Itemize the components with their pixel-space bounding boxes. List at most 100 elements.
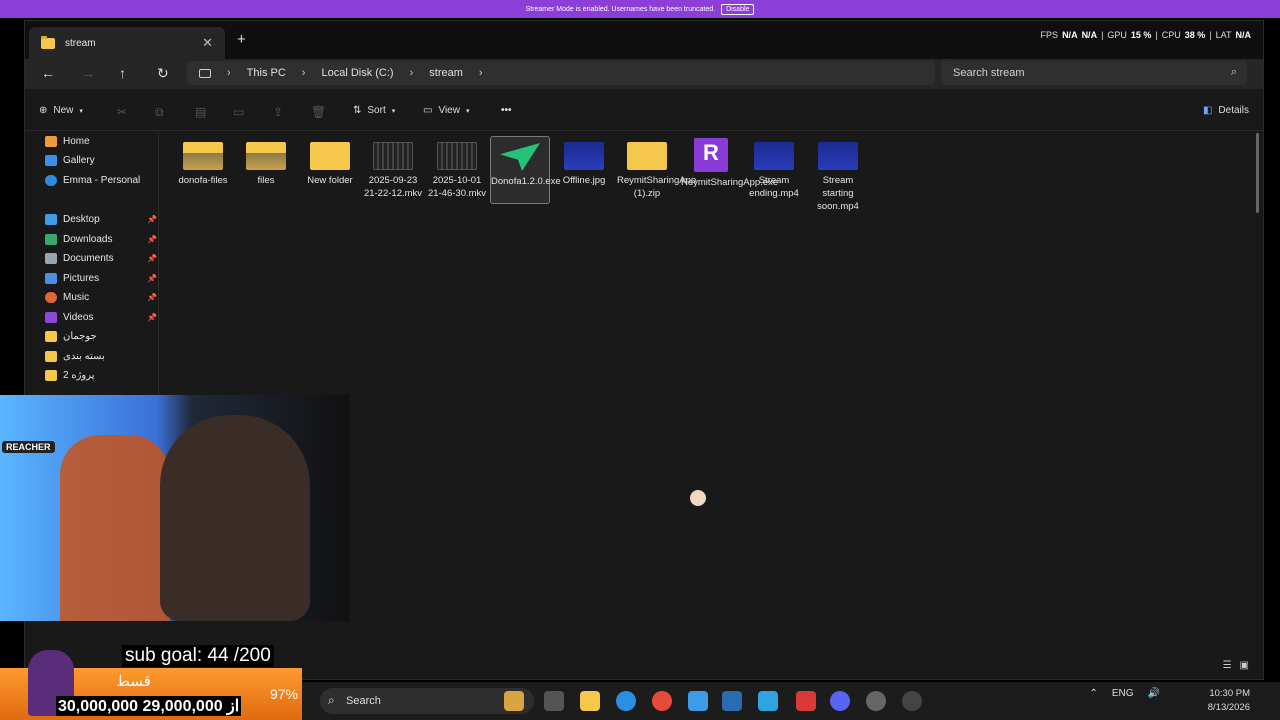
video-thumbnail — [818, 142, 858, 170]
outlook-icon[interactable] — [722, 691, 742, 711]
store-icon[interactable] — [688, 691, 708, 711]
tiles-view-icon[interactable]: ▣ — [1240, 660, 1249, 671]
sidebar-item-label: Gallery — [63, 155, 95, 166]
obs-icon[interactable] — [866, 691, 886, 711]
chrome-icon[interactable] — [652, 691, 672, 711]
file-item[interactable]: Stream starting soon.mp4 — [808, 136, 868, 213]
view-button[interactable]: ▭ View ▾ — [423, 105, 469, 116]
sidebar-item-label: Documents — [63, 253, 114, 264]
file-item[interactable]: New folder — [300, 136, 360, 187]
file-item-selected[interactable]: Donofa1.2.0.exe — [490, 136, 561, 204]
volume-icon[interactable]: 🔊 — [1148, 688, 1160, 699]
sidebar-item-onedrive[interactable]: Emma - Personal — [45, 175, 140, 186]
chevron-right-icon: › — [301, 67, 306, 79]
refresh-icon[interactable]: ↻ — [157, 65, 169, 82]
delete-icon[interactable]: 🗑 — [311, 105, 326, 119]
details-pane-icon: ◧ — [1202, 105, 1213, 116]
sort-label: Sort — [367, 105, 386, 116]
search-box[interactable]: Search stream ⌕ — [941, 61, 1247, 85]
disable-button[interactable]: Disable — [721, 3, 755, 15]
layout-toggle: ☰ ▣ — [1223, 660, 1249, 671]
streamer-mode-banner: Streamer Mode is enabled. Usernames have… — [0, 0, 1280, 18]
sidebar-item-documents[interactable]: Documents — [45, 253, 114, 264]
sidebar-item-label: Downloads — [63, 234, 113, 245]
cloud-icon — [45, 175, 57, 186]
file-name: files — [257, 175, 275, 186]
breadcrumb-stream[interactable]: stream — [429, 67, 463, 79]
image-thumbnail — [564, 142, 604, 170]
sidebar-item-music[interactable]: Music — [45, 292, 89, 303]
cut-icon[interactable]: ✂ — [117, 105, 127, 119]
system-tray: ⌃ ENG 🔊 — [1089, 688, 1160, 699]
sidebar-item-pictures[interactable]: Pictures — [45, 273, 99, 284]
file-grid: donofa-files files New folder 2025-09-23… — [173, 136, 873, 226]
pin-icon: 📌 — [147, 235, 157, 244]
breadcrumb-this-pc[interactable]: This PC — [247, 67, 286, 79]
file-name: Stream ending.mp4 — [749, 175, 799, 199]
share-icon[interactable]: ⇪ — [273, 105, 283, 119]
monitor-icon — [199, 68, 211, 78]
paste-icon[interactable]: ▤ — [195, 105, 206, 119]
sidebar-item-desktop[interactable]: Desktop — [45, 214, 100, 225]
sidebar-item-gallery[interactable]: Gallery — [45, 155, 95, 166]
file-item[interactable]: donofa-files — [173, 136, 233, 187]
chevron-up-icon[interactable]: ⌃ — [1089, 688, 1097, 699]
view-icon: ▭ — [423, 105, 433, 116]
sidebar-item-folder[interactable]: جوجمان — [45, 331, 97, 342]
webcam-tag: REACHER — [2, 441, 55, 453]
new-label: New — [53, 105, 74, 116]
sidebar-item-folder[interactable]: پروژه 2 — [45, 370, 95, 381]
gallery-icon — [45, 155, 57, 166]
app-icon[interactable] — [796, 691, 816, 711]
home-icon — [45, 136, 57, 147]
tab-stream[interactable]: stream ✕ — [29, 27, 225, 59]
sidebar-item-videos[interactable]: Videos — [45, 312, 93, 323]
task-view-icon[interactable] — [544, 691, 564, 711]
sidebar-item-downloads[interactable]: Downloads — [45, 234, 112, 245]
folder-icon — [45, 370, 57, 381]
file-item[interactable]: R ReymitSharingApp.exe — [681, 136, 778, 189]
language-indicator[interactable]: ENG — [1112, 688, 1134, 699]
file-explorer-icon[interactable] — [580, 691, 600, 711]
file-name: Donofa1.2.0.exe — [491, 176, 561, 187]
close-tab-icon[interactable]: ✕ — [202, 35, 213, 51]
up-arrow-icon[interactable]: ↑ — [119, 65, 126, 81]
sidebar-item-folder[interactable]: بسته بندی — [45, 351, 105, 362]
file-item[interactable]: ReymitSharingApp (1).zip — [617, 136, 696, 200]
widget-icon[interactable] — [504, 691, 524, 711]
sort-button[interactable]: ⇅ Sort ▾ — [353, 105, 395, 116]
taskbar-search[interactable]: ⌕ Search — [320, 688, 534, 714]
vertical-scrollbar[interactable] — [1256, 133, 1259, 213]
more-options-icon[interactable]: ••• — [501, 105, 512, 116]
video-thumbnail — [373, 142, 413, 170]
details-view-icon[interactable]: ☰ — [1223, 660, 1232, 671]
telegram-icon[interactable] — [758, 691, 778, 711]
file-item[interactable]: 2025-10-01 21-46-30.mkv — [427, 136, 487, 200]
pin-icon: 📌 — [147, 293, 157, 302]
clock[interactable]: 10:30 PM 8/13/2026 — [1208, 687, 1250, 715]
new-tab-button[interactable]: + — [237, 31, 246, 48]
file-item[interactable]: Stream ending.mp4 — [744, 136, 804, 200]
file-name: 2025-09-23 21-22-12.mkv — [363, 175, 423, 199]
copy-icon[interactable]: ⧉ — [155, 105, 164, 120]
file-item[interactable]: 2025-09-23 21-22-12.mkv — [363, 136, 423, 200]
sidebar-item-home[interactable]: Home — [45, 136, 90, 147]
rename-icon[interactable]: ▭ — [233, 105, 244, 119]
file-item[interactable]: Offline.jpg — [554, 136, 614, 187]
breadcrumb-local-disk[interactable]: Local Disk (C:) — [321, 67, 393, 79]
performance-overlay: FPS N/A N/A | GPU 15 % | CPU 38 % | LAT … — [1040, 30, 1251, 40]
new-button[interactable]: ⊕ New ▾ — [39, 105, 83, 116]
back-arrow-icon[interactable]: ← — [41, 65, 55, 81]
paper-plane-icon — [500, 143, 540, 171]
sidebar-item-label: Home — [63, 136, 90, 147]
discord-icon[interactable] — [830, 691, 850, 711]
file-item[interactable]: files — [236, 136, 296, 187]
address-bar[interactable]: › This PC › Local Disk (C:) › stream › — [187, 61, 935, 85]
goal-amount: 30,000,000 از 29,000,000 — [56, 696, 242, 716]
chevron-down-icon: ▾ — [79, 107, 83, 115]
details-button[interactable]: ◧ Details — [1203, 105, 1249, 116]
media-player-icon[interactable] — [902, 691, 922, 711]
search-icon: ⌕ — [328, 693, 335, 707]
edge-icon[interactable] — [616, 691, 636, 711]
forward-arrow-icon[interactable]: → — [81, 65, 95, 81]
